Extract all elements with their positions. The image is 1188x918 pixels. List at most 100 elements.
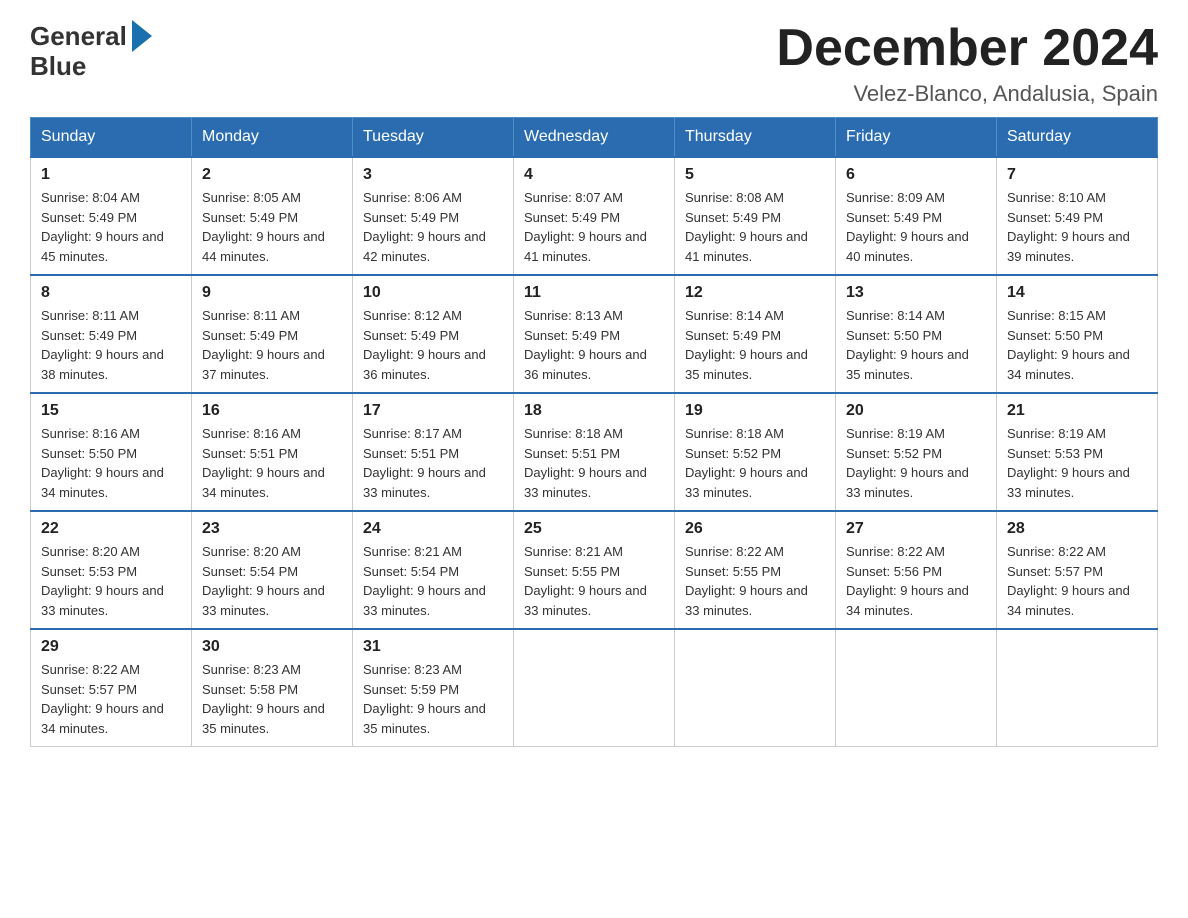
day-number: 4: [524, 166, 664, 184]
day-number: 31: [363, 638, 503, 656]
day-cell-2: 2 Sunrise: 8:05 AM Sunset: 5:49 PM Dayli…: [192, 157, 353, 275]
day-number: 1: [41, 166, 181, 184]
day-cell-24: 24 Sunrise: 8:21 AM Sunset: 5:54 PM Dayl…: [353, 511, 514, 629]
day-cell-1: 1 Sunrise: 8:04 AM Sunset: 5:49 PM Dayli…: [31, 157, 192, 275]
day-info: Sunrise: 8:13 AM Sunset: 5:49 PM Dayligh…: [524, 306, 664, 384]
day-info: Sunrise: 8:07 AM Sunset: 5:49 PM Dayligh…: [524, 188, 664, 266]
week-row-1: 1 Sunrise: 8:04 AM Sunset: 5:49 PM Dayli…: [31, 157, 1158, 275]
day-info: Sunrise: 8:22 AM Sunset: 5:56 PM Dayligh…: [846, 542, 986, 620]
day-info: Sunrise: 8:23 AM Sunset: 5:58 PM Dayligh…: [202, 660, 342, 738]
day-info: Sunrise: 8:22 AM Sunset: 5:55 PM Dayligh…: [685, 542, 825, 620]
day-info: Sunrise: 8:14 AM Sunset: 5:50 PM Dayligh…: [846, 306, 986, 384]
day-info: Sunrise: 8:14 AM Sunset: 5:49 PM Dayligh…: [685, 306, 825, 384]
day-number: 20: [846, 402, 986, 420]
day-number: 8: [41, 284, 181, 302]
day-info: Sunrise: 8:21 AM Sunset: 5:55 PM Dayligh…: [524, 542, 664, 620]
day-cell-28: 28 Sunrise: 8:22 AM Sunset: 5:57 PM Dayl…: [997, 511, 1158, 629]
day-cell-19: 19 Sunrise: 8:18 AM Sunset: 5:52 PM Dayl…: [675, 393, 836, 511]
day-number: 19: [685, 402, 825, 420]
day-info: Sunrise: 8:09 AM Sunset: 5:49 PM Dayligh…: [846, 188, 986, 266]
day-number: 24: [363, 520, 503, 538]
logo-text-blue: Blue: [30, 52, 86, 81]
day-number: 6: [846, 166, 986, 184]
day-cell-30: 30 Sunrise: 8:23 AM Sunset: 5:58 PM Dayl…: [192, 629, 353, 747]
day-number: 18: [524, 402, 664, 420]
day-info: Sunrise: 8:22 AM Sunset: 5:57 PM Dayligh…: [1007, 542, 1147, 620]
day-cell-9: 9 Sunrise: 8:11 AM Sunset: 5:49 PM Dayli…: [192, 275, 353, 393]
day-cell-16: 16 Sunrise: 8:16 AM Sunset: 5:51 PM Dayl…: [192, 393, 353, 511]
day-cell-15: 15 Sunrise: 8:16 AM Sunset: 5:50 PM Dayl…: [31, 393, 192, 511]
day-info: Sunrise: 8:16 AM Sunset: 5:50 PM Dayligh…: [41, 424, 181, 502]
day-info: Sunrise: 8:19 AM Sunset: 5:53 PM Dayligh…: [1007, 424, 1147, 502]
day-info: Sunrise: 8:18 AM Sunset: 5:52 PM Dayligh…: [685, 424, 825, 502]
day-cell-5: 5 Sunrise: 8:08 AM Sunset: 5:49 PM Dayli…: [675, 157, 836, 275]
page-header: General Blue December 2024 Velez-Blanco,…: [30, 20, 1158, 107]
week-row-3: 15 Sunrise: 8:16 AM Sunset: 5:50 PM Dayl…: [31, 393, 1158, 511]
day-info: Sunrise: 8:12 AM Sunset: 5:49 PM Dayligh…: [363, 306, 503, 384]
day-number: 5: [685, 166, 825, 184]
col-sunday: Sunday: [31, 118, 192, 158]
day-info: Sunrise: 8:06 AM Sunset: 5:49 PM Dayligh…: [363, 188, 503, 266]
day-info: Sunrise: 8:17 AM Sunset: 5:51 PM Dayligh…: [363, 424, 503, 502]
logo: General Blue: [30, 20, 154, 81]
col-monday: Monday: [192, 118, 353, 158]
day-number: 17: [363, 402, 503, 420]
day-number: 21: [1007, 402, 1147, 420]
empty-cell-w4-d3: [514, 629, 675, 747]
logo-text-general: General: [30, 22, 127, 51]
day-number: 25: [524, 520, 664, 538]
day-cell-31: 31 Sunrise: 8:23 AM Sunset: 5:59 PM Dayl…: [353, 629, 514, 747]
month-title: December 2024: [776, 20, 1158, 77]
day-number: 9: [202, 284, 342, 302]
title-section: December 2024 Velez-Blanco, Andalusia, S…: [776, 20, 1158, 107]
day-cell-18: 18 Sunrise: 8:18 AM Sunset: 5:51 PM Dayl…: [514, 393, 675, 511]
day-info: Sunrise: 8:11 AM Sunset: 5:49 PM Dayligh…: [41, 306, 181, 384]
day-number: 3: [363, 166, 503, 184]
col-saturday: Saturday: [997, 118, 1158, 158]
day-info: Sunrise: 8:22 AM Sunset: 5:57 PM Dayligh…: [41, 660, 181, 738]
day-info: Sunrise: 8:19 AM Sunset: 5:52 PM Dayligh…: [846, 424, 986, 502]
day-cell-23: 23 Sunrise: 8:20 AM Sunset: 5:54 PM Dayl…: [192, 511, 353, 629]
col-wednesday: Wednesday: [514, 118, 675, 158]
day-number: 15: [41, 402, 181, 420]
logo-triangle-icon: [132, 20, 152, 52]
day-number: 13: [846, 284, 986, 302]
calendar-table: Sunday Monday Tuesday Wednesday Thursday…: [30, 117, 1158, 747]
week-row-2: 8 Sunrise: 8:11 AM Sunset: 5:49 PM Dayli…: [31, 275, 1158, 393]
day-cell-20: 20 Sunrise: 8:19 AM Sunset: 5:52 PM Dayl…: [836, 393, 997, 511]
day-number: 12: [685, 284, 825, 302]
day-info: Sunrise: 8:04 AM Sunset: 5:49 PM Dayligh…: [41, 188, 181, 266]
day-info: Sunrise: 8:20 AM Sunset: 5:54 PM Dayligh…: [202, 542, 342, 620]
day-number: 23: [202, 520, 342, 538]
empty-cell-w4-d5: [836, 629, 997, 747]
day-number: 27: [846, 520, 986, 538]
day-info: Sunrise: 8:21 AM Sunset: 5:54 PM Dayligh…: [363, 542, 503, 620]
day-number: 22: [41, 520, 181, 538]
day-info: Sunrise: 8:08 AM Sunset: 5:49 PM Dayligh…: [685, 188, 825, 266]
day-number: 28: [1007, 520, 1147, 538]
day-info: Sunrise: 8:20 AM Sunset: 5:53 PM Dayligh…: [41, 542, 181, 620]
day-cell-29: 29 Sunrise: 8:22 AM Sunset: 5:57 PM Dayl…: [31, 629, 192, 747]
day-cell-13: 13 Sunrise: 8:14 AM Sunset: 5:50 PM Dayl…: [836, 275, 997, 393]
day-cell-12: 12 Sunrise: 8:14 AM Sunset: 5:49 PM Dayl…: [675, 275, 836, 393]
col-tuesday: Tuesday: [353, 118, 514, 158]
week-row-4: 22 Sunrise: 8:20 AM Sunset: 5:53 PM Dayl…: [31, 511, 1158, 629]
day-number: 14: [1007, 284, 1147, 302]
day-info: Sunrise: 8:11 AM Sunset: 5:49 PM Dayligh…: [202, 306, 342, 384]
day-info: Sunrise: 8:23 AM Sunset: 5:59 PM Dayligh…: [363, 660, 503, 738]
day-cell-22: 22 Sunrise: 8:20 AM Sunset: 5:53 PM Dayl…: [31, 511, 192, 629]
day-number: 11: [524, 284, 664, 302]
day-info: Sunrise: 8:10 AM Sunset: 5:49 PM Dayligh…: [1007, 188, 1147, 266]
day-number: 29: [41, 638, 181, 656]
col-friday: Friday: [836, 118, 997, 158]
day-number: 30: [202, 638, 342, 656]
day-number: 10: [363, 284, 503, 302]
day-cell-8: 8 Sunrise: 8:11 AM Sunset: 5:49 PM Dayli…: [31, 275, 192, 393]
day-cell-10: 10 Sunrise: 8:12 AM Sunset: 5:49 PM Dayl…: [353, 275, 514, 393]
day-cell-27: 27 Sunrise: 8:22 AM Sunset: 5:56 PM Dayl…: [836, 511, 997, 629]
day-number: 7: [1007, 166, 1147, 184]
day-cell-17: 17 Sunrise: 8:17 AM Sunset: 5:51 PM Dayl…: [353, 393, 514, 511]
location: Velez-Blanco, Andalusia, Spain: [776, 81, 1158, 107]
day-cell-6: 6 Sunrise: 8:09 AM Sunset: 5:49 PM Dayli…: [836, 157, 997, 275]
day-number: 16: [202, 402, 342, 420]
